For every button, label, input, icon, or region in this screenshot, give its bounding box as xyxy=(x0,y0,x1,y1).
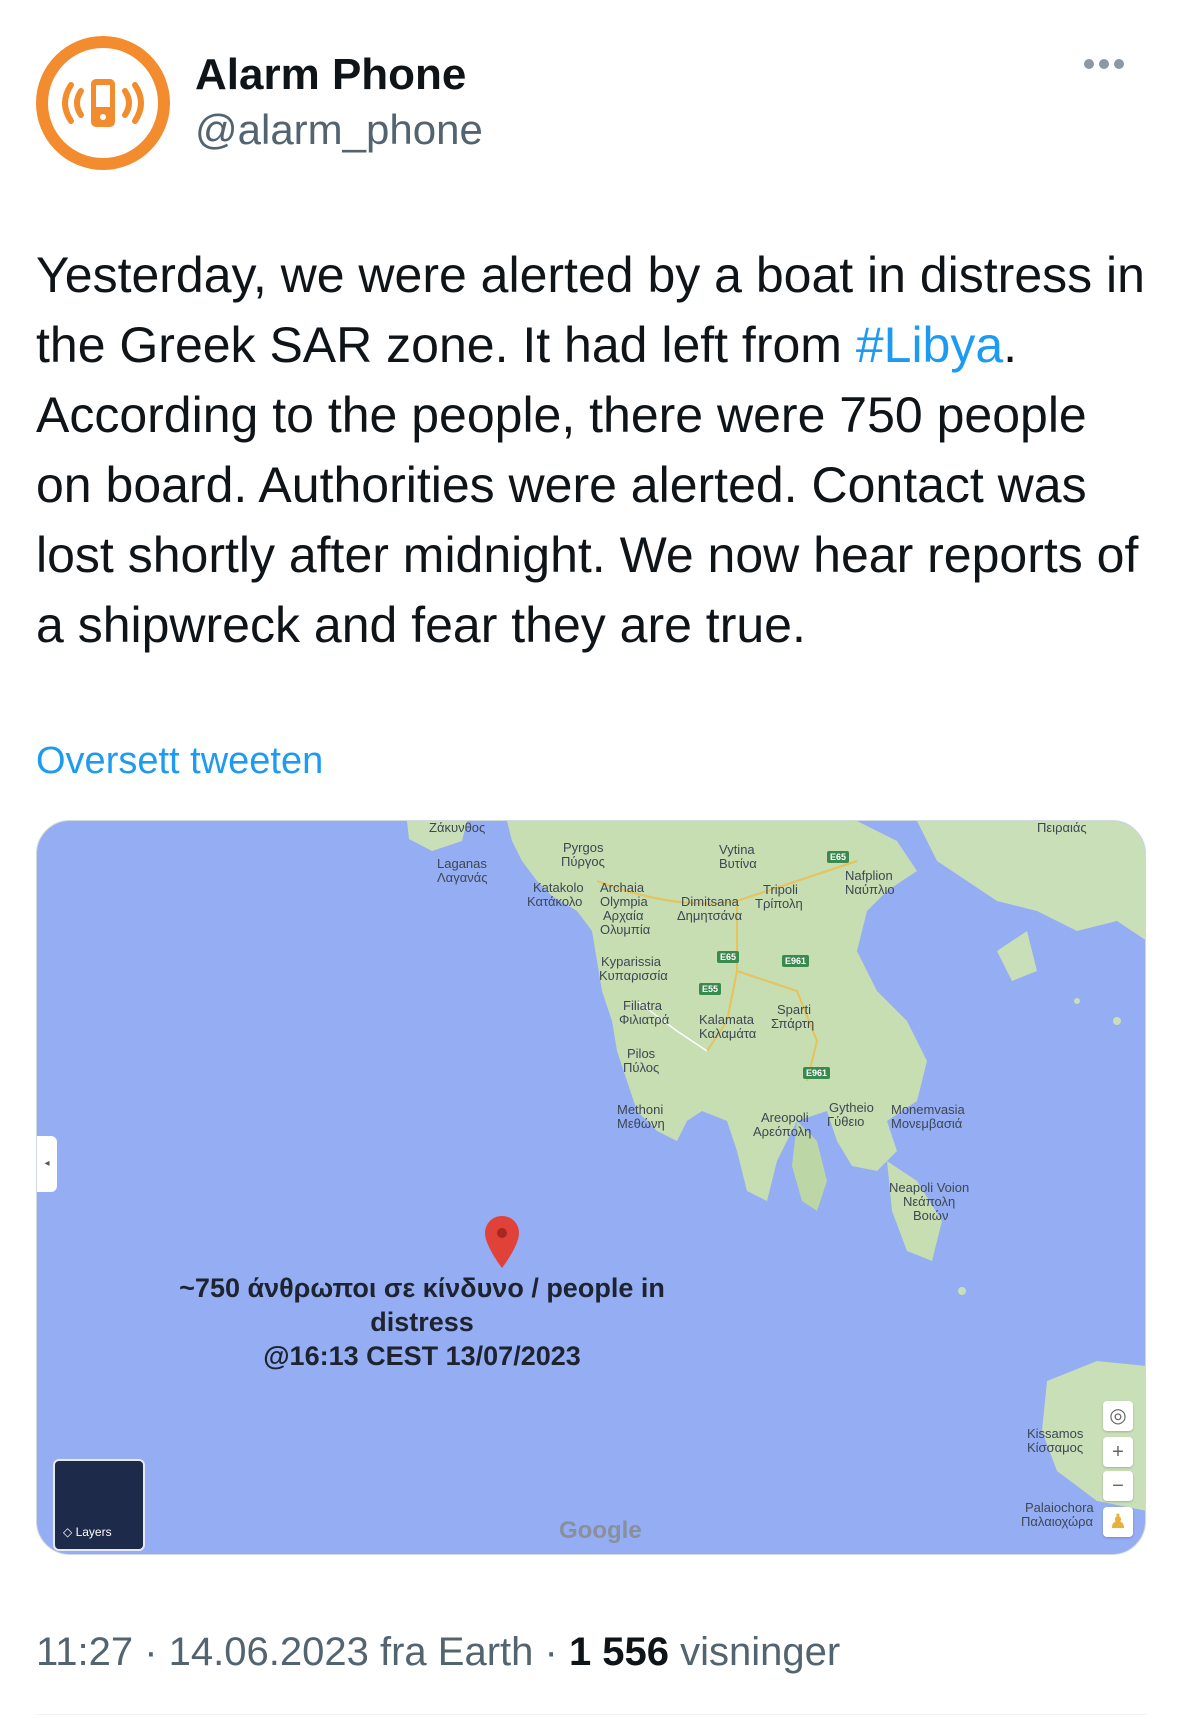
road-badge: E55 xyxy=(699,983,722,995)
street-view-icon[interactable]: ♟ xyxy=(1103,1507,1133,1537)
map-label: Archaia xyxy=(600,880,645,895)
location-pin-icon xyxy=(485,1216,519,1268)
map-label: Palaiochora xyxy=(1025,1500,1094,1515)
map-label: Κυπαρισσία xyxy=(599,968,668,983)
map-label: Dimitsana xyxy=(681,894,739,909)
map-label: Laganas xyxy=(437,856,487,871)
map-label: Φιλιατρά xyxy=(619,1012,670,1027)
map-label: Methoni xyxy=(617,1102,664,1117)
map-image[interactable]: Ζάκυνθος Laganas Λαγανάς Pyrgos Πύργος V… xyxy=(36,820,1146,1555)
map-label: Kyparissia xyxy=(601,954,661,969)
map-label: Παλαιοχώρα xyxy=(1021,1514,1094,1529)
translate-tweet-link[interactable]: Oversett tweeten xyxy=(36,740,323,783)
map-label: Pyrgos xyxy=(563,840,604,855)
map-label: Monemvasia xyxy=(891,1102,965,1117)
timestamp-source: 11:27 · 14.06.2023 fra Earth · xyxy=(36,1630,569,1674)
road-badge: E65 xyxy=(827,851,850,863)
map-label: Neapoli Voion xyxy=(889,1180,970,1195)
layers-label: ◇ Layers xyxy=(63,1525,112,1539)
map-label: Tripoli xyxy=(763,882,798,897)
google-logo: Google xyxy=(559,1517,642,1544)
map-label: Πειραιάς xyxy=(1037,820,1087,835)
map-label: Καλαμάτα xyxy=(699,1026,757,1041)
map-label: Δημητσάνα xyxy=(677,908,743,923)
views-count: 1 556 xyxy=(568,1630,670,1674)
tweet-text: Yesterday, we were alerted by a boat in … xyxy=(36,240,1146,660)
divider xyxy=(36,1714,1146,1715)
my-location-icon[interactable]: ◎ xyxy=(1103,1401,1133,1431)
map-label: Ναύπλιο xyxy=(845,882,895,897)
map-label: Νεάπολη xyxy=(903,1194,956,1209)
map-label: Μονεμβασιά xyxy=(891,1116,963,1131)
map-label: Katakolo xyxy=(533,880,584,895)
map-label: Βοιών xyxy=(913,1208,949,1223)
phone-signal-icon xyxy=(62,79,144,127)
map-label: Μεθώνη xyxy=(617,1116,665,1131)
map-label: Vytina xyxy=(719,842,755,857)
collapse-panel-button[interactable]: ◂ xyxy=(37,1136,57,1192)
road-badge: E65 xyxy=(717,951,740,963)
map-label: Gytheio xyxy=(829,1100,874,1115)
map-label: Ζάκυνθος xyxy=(429,820,486,835)
annotation-line-1: ~750 άνθρωποι σε κίνδυνο / people in dis… xyxy=(179,1273,665,1337)
tweet-header: Alarm Phone @alarm_phone xyxy=(36,36,1146,176)
zoom-in-button[interactable]: + xyxy=(1103,1437,1133,1467)
map-label: Kalamata xyxy=(699,1012,754,1027)
annotation-line-2: @16:13 CEST 13/07/2023 xyxy=(263,1341,581,1371)
map-label: Γύθειο xyxy=(827,1114,865,1129)
map-label: Βυτίνα xyxy=(719,856,757,871)
map-label: Filiatra xyxy=(623,998,663,1013)
road-badge: E961 xyxy=(803,1067,831,1079)
map-label: Sparti xyxy=(777,1002,811,1017)
avatar[interactable] xyxy=(36,36,170,170)
handle[interactable]: @alarm_phone xyxy=(195,106,483,154)
map-label: Πύλος xyxy=(623,1060,660,1075)
map-annotation: ~750 άνθρωποι σε κίνδυνο / people in dis… xyxy=(137,1271,707,1373)
map-label: Kissamos xyxy=(1027,1426,1084,1441)
more-options-icon[interactable] xyxy=(1084,56,1134,86)
tweet-meta: 11:27 · 14.06.2023 fra Earth · 1 556 vis… xyxy=(36,1630,840,1675)
map-label: Olympia xyxy=(600,894,648,909)
map-label: Nafplion xyxy=(845,868,893,883)
views-label: visninger xyxy=(669,1630,841,1674)
road-badge: E961 xyxy=(782,955,810,967)
hashtag-link[interactable]: #Libya xyxy=(856,317,1003,373)
map-label: Ολυμπία xyxy=(600,922,651,937)
map-label: Πύργος xyxy=(561,854,605,869)
display-name[interactable]: Alarm Phone xyxy=(195,50,466,100)
map-label: Pilos xyxy=(627,1046,656,1061)
map-label: Λαγανάς xyxy=(437,870,488,885)
map-label: Areopoli xyxy=(761,1110,809,1125)
map-land xyxy=(407,821,1145,1511)
map-label: Αρεόπολη xyxy=(753,1124,812,1139)
layers-button[interactable]: ◇ Layers xyxy=(53,1459,145,1551)
zoom-out-button[interactable]: − xyxy=(1103,1471,1133,1501)
map-label: Τρίπολη xyxy=(755,896,803,911)
map-label: Κίσσαμος xyxy=(1027,1440,1084,1455)
map-label: Αρχαία xyxy=(603,908,644,923)
map-label: Κατάκολο xyxy=(527,894,583,909)
map-label: Σπάρτη xyxy=(771,1016,815,1031)
